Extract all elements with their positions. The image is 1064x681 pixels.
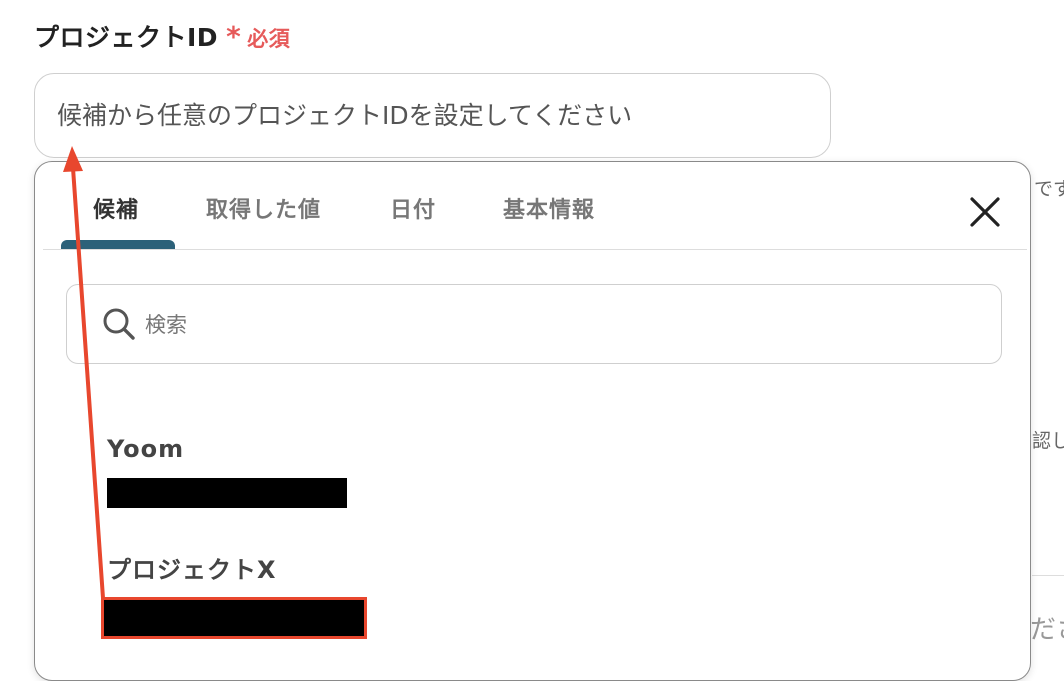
background-divider — [1032, 575, 1064, 576]
project-id-input[interactable] — [34, 73, 831, 158]
required-asterisk: * — [226, 20, 242, 53]
close-button[interactable] — [965, 192, 1005, 232]
background-text-fragment: 認し — [1032, 430, 1064, 452]
option-name: Yoom — [107, 435, 185, 463]
field-label-text: プロジェクトID — [34, 23, 219, 52]
tab-fetched-values[interactable]: 取得した値 — [206, 192, 321, 224]
option-item[interactable]: プロジェクトX — [101, 550, 387, 640]
search-placeholder: 検索 — [145, 313, 187, 337]
tab-bar: 候補 取得した値 日付 基本情報 — [43, 162, 1027, 250]
background-text-fragment: ださ — [1030, 615, 1064, 645]
active-tab-indicator — [61, 240, 175, 249]
option-item[interactable]: Yoom — [107, 435, 367, 515]
close-icon — [970, 197, 1000, 227]
field-label: プロジェクトID * 必須 — [34, 18, 290, 54]
tab-basic-info[interactable]: 基本情報 — [503, 192, 595, 224]
background-text-fragment: です — [1034, 178, 1064, 200]
search-icon — [103, 308, 135, 340]
redacted-id — [107, 478, 347, 508]
value-picker-popover: 候補 取得した値 日付 基本情報 検索 Yoom プロジェクトX — [34, 161, 1031, 681]
option-name: プロジェクトX — [107, 556, 277, 584]
required-badge: 必須 — [247, 27, 291, 51]
tab-candidates[interactable]: 候補 — [93, 192, 139, 224]
search-input[interactable]: 検索 — [66, 284, 1002, 364]
tab-date[interactable]: 日付 — [390, 192, 436, 224]
redacted-id-highlighted — [101, 597, 367, 639]
